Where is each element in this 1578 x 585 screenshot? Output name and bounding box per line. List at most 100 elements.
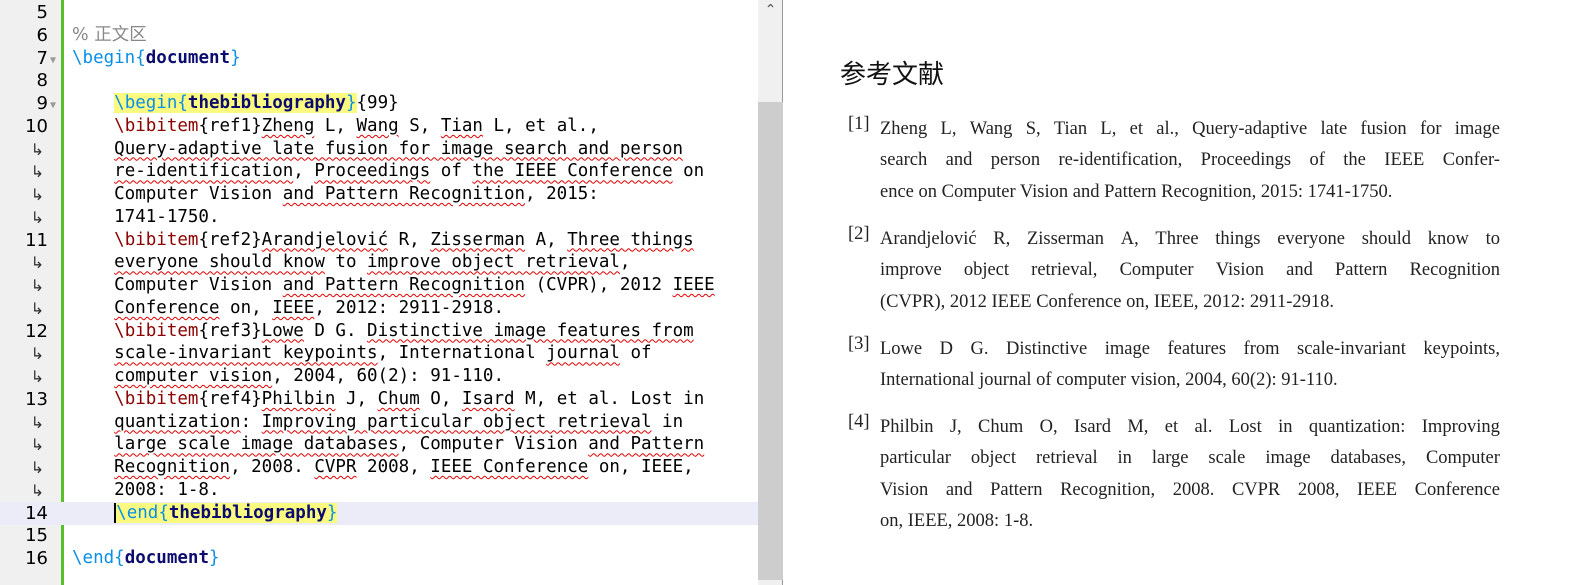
reference-label: [2] xyxy=(848,224,870,244)
code-token: , International xyxy=(377,343,547,364)
wrap-arrow-icon: ↳ xyxy=(30,344,44,364)
word: Arandjelović xyxy=(880,229,977,249)
code-token: on, IEEE, xyxy=(588,457,694,477)
code-token: of xyxy=(430,161,473,182)
code-line[interactable]: ↳ Computer Vision and Pattern Recognitio… xyxy=(0,274,758,297)
word: scale xyxy=(1208,448,1246,469)
code-token: computer vision xyxy=(114,366,273,386)
code-token: L, et al., xyxy=(482,115,599,136)
line-number: 8 xyxy=(36,70,48,92)
code-line[interactable]: 16 \end{document} xyxy=(0,547,758,570)
chevron-up-icon[interactable]: ⌃ xyxy=(758,2,783,18)
code-line[interactable]: 13 \bibitem{ref4}Philbin J, Chum O, Isar… xyxy=(0,388,758,411)
code-line[interactable]: 5 xyxy=(0,1,758,24)
word: large xyxy=(1151,448,1189,469)
code-line[interactable]: 10 \bibitem{ref1}Zheng L, Wang S, Tian L… xyxy=(0,115,758,138)
code-token: 2008, xyxy=(356,457,431,477)
reference-line: International journal of computer vision… xyxy=(880,370,1338,391)
code-token: on, xyxy=(219,297,273,318)
code-line[interactable]: ↳ everyone should know to improve object… xyxy=(0,251,758,274)
code-line[interactable]: 14 \end{thebibliography} xyxy=(0,501,758,525)
code-line[interactable]: 8 xyxy=(0,69,758,92)
code-line[interactable]: ↳ 2008: 1-8. xyxy=(0,479,758,502)
reference-item: [2] Arandjelović R, Zisserman A, Three things e… xyxy=(848,224,1500,318)
code-token: { xyxy=(177,93,188,113)
code-token: } xyxy=(345,93,357,113)
code-token: Arandjelović xyxy=(261,229,389,250)
code-token: M, et al. Lost in xyxy=(514,388,705,409)
code-line[interactable]: 11 \bibitem{ref2}Arandjelović R, Zisserm… xyxy=(0,229,758,252)
code-line[interactable]: ↳ re-identification, Proceedings of the … xyxy=(0,160,758,183)
word: image xyxy=(1104,339,1150,359)
code-line[interactable]: 7 ▼ \begin{document} xyxy=(0,47,758,70)
code-token: IEEE Conference xyxy=(430,457,589,477)
code-token: 2008: 1-8. xyxy=(72,479,220,500)
code-line[interactable]: ↳ Recognition, 2008. CVPR 2008, IEEE Con… xyxy=(0,456,758,479)
fold-triangle-icon[interactable]: ▼ xyxy=(50,49,56,72)
code-line[interactable]: 6 % 正文区 xyxy=(0,24,758,47)
code-token: CVPR xyxy=(314,457,357,477)
line-number: 11 xyxy=(25,229,48,251)
code-text: \bibitem{ref1}Zheng L, Wang S, Tian L, e… xyxy=(72,115,599,138)
wrap-arrow-icon: ↳ xyxy=(30,253,44,273)
code-token: , Computer Vision xyxy=(398,434,589,455)
code-line[interactable]: ↳ quantization: Improving particular obj… xyxy=(0,411,758,434)
word: scale-invariant xyxy=(1297,339,1406,359)
line-number: 14 xyxy=(25,502,48,524)
reference-line: Lowe D G. Distinctive image features from scale… xyxy=(880,334,1500,365)
word: Zheng xyxy=(880,119,928,139)
word: G. xyxy=(970,339,989,359)
line-number: 16 xyxy=(25,548,48,569)
word: O, xyxy=(1039,417,1058,437)
code-line[interactable]: ↳ 1741-1750. xyxy=(0,206,758,229)
code-editor[interactable]: 5 6% 正文区 7 ▼ \begin{document} 8 9 ▼ \begin{theb… xyxy=(0,0,758,585)
code-text: everyone should know to improve object r… xyxy=(72,251,630,274)
code-line[interactable]: 12 \bibitem{ref3}Lowe D G. Distinctive i… xyxy=(0,320,758,343)
code-text: \begin{thebibliography}{99} xyxy=(72,92,399,115)
code-line[interactable]: 15 xyxy=(0,524,758,547)
reference-line: Zheng L, Wang S, Tian L, et al., Query-adaptive l… xyxy=(880,114,1500,145)
code-token: \begin xyxy=(114,93,178,113)
code-token: Zheng xyxy=(261,115,315,136)
code-token: {ref2} xyxy=(198,229,262,250)
code-line[interactable]: ↳ Computer Vision and Pattern Recognitio… xyxy=(0,183,758,206)
code-token: D G. xyxy=(303,320,368,341)
reference-line: on, IEEE, 2008: 1-8. xyxy=(880,510,1034,531)
word: Lost xyxy=(1228,417,1262,437)
reference-line: improve object retrieval, Computer Vision and… xyxy=(880,255,1500,286)
code-token: everyone should know xyxy=(114,252,325,273)
editor-scrollbar[interactable]: ⌃ xyxy=(758,0,783,585)
wrap-arrow-icon: ↳ xyxy=(30,139,44,159)
word: et xyxy=(1164,417,1179,437)
code-token: large scale image databases xyxy=(114,434,399,455)
word: 2008. xyxy=(1172,479,1215,500)
word: object xyxy=(970,448,1017,469)
code-token: document xyxy=(124,548,209,568)
line-number: 7 xyxy=(36,47,48,69)
code-line[interactable]: ↳ computer vision, 2004, 60(2): 91-110. xyxy=(0,365,758,388)
code-token: Recognition xyxy=(114,457,231,477)
code-token: IEEE xyxy=(272,297,315,318)
code-token: quantization xyxy=(114,411,241,432)
word: and xyxy=(1286,260,1313,281)
code-text: re-identification, Proceedings of the IE… xyxy=(72,160,704,183)
code-line[interactable]: 9 ▼ \begin{thebibliography}{99} xyxy=(0,92,758,115)
fold-triangle-icon[interactable]: ▼ xyxy=(50,94,56,117)
code-line[interactable]: ↳ Query-adaptive late fusion for image s… xyxy=(0,138,758,161)
code-line[interactable]: ↳ large scale image databases, Computer … xyxy=(0,433,758,456)
code-token: % 正文区 xyxy=(72,24,147,45)
word: the xyxy=(1343,150,1366,171)
code-line[interactable]: ↳ scale-invariant keypoints, Internation… xyxy=(0,342,758,365)
code-token: Distinctive image features from xyxy=(367,320,694,341)
word: Zisserman xyxy=(1026,229,1105,249)
code-line[interactable]: ↳ Conference on, IEEE, 2012: 2911-2918. xyxy=(0,297,758,320)
scrollbar-thumb[interactable] xyxy=(758,102,783,580)
